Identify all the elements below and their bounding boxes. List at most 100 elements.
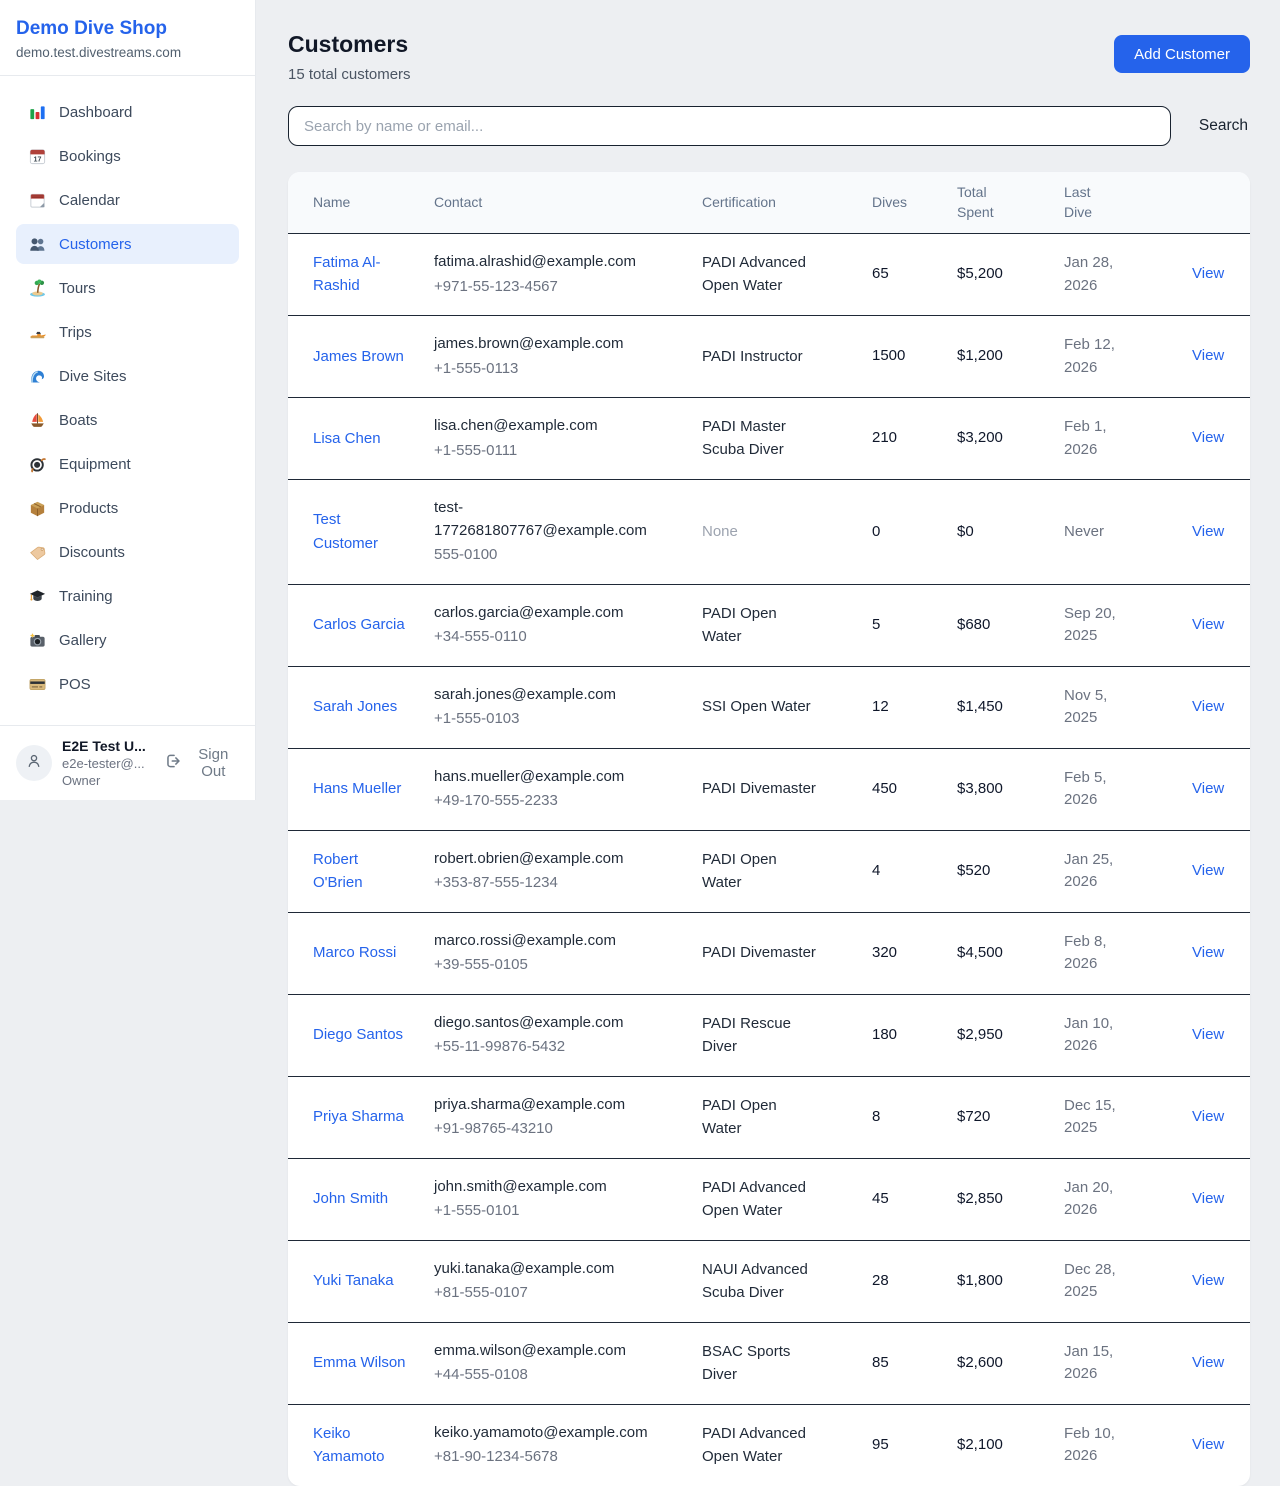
customer-name-link[interactable]: Hans Mueller bbox=[313, 777, 401, 800]
customer-dives: 1500 bbox=[872, 345, 957, 368]
shop-title[interactable]: Demo Dive Shop bbox=[16, 18, 239, 40]
customer-name-link[interactable]: James Brown bbox=[313, 345, 404, 368]
sidebar-item-products[interactable]: Products bbox=[16, 488, 239, 528]
sidebar-item-tours[interactable]: Tours bbox=[16, 268, 239, 308]
table-row: Diego Santos diego.santos@example.com +5… bbox=[288, 995, 1250, 1077]
customer-email: keiko.yamamoto@example.com bbox=[434, 1422, 646, 1445]
table-row: John Smith john.smith@example.com +1-555… bbox=[288, 1159, 1250, 1241]
customer-dives: 28 bbox=[872, 1270, 957, 1293]
customer-last-dive: Jan 25, 2026 bbox=[1064, 849, 1133, 894]
customer-total-spent: $4,500 bbox=[957, 942, 1064, 965]
customer-contact: test-1772681807767@example.com 555-0100 bbox=[434, 497, 702, 567]
customer-name-link[interactable]: Lisa Chen bbox=[313, 427, 381, 450]
svg-text:17: 17 bbox=[34, 155, 42, 163]
column-header-contact: Contact bbox=[434, 183, 702, 223]
customer-contact: marco.rossi@example.com +39-555-0105 bbox=[434, 930, 702, 977]
search-input[interactable] bbox=[288, 106, 1171, 146]
sidebar-item-boats[interactable]: Boats bbox=[16, 400, 239, 440]
calendar-icon bbox=[28, 191, 47, 210]
customer-last-dive: Feb 8, 2026 bbox=[1064, 931, 1133, 976]
customer-phone: +81-555-0107 bbox=[434, 1282, 684, 1305]
sidebar-item-customers[interactable]: Customers bbox=[16, 224, 239, 264]
sidebar-item-bookings[interactable]: 17 Bookings bbox=[16, 136, 239, 176]
customer-name-link[interactable]: Keiko Yamamoto bbox=[313, 1422, 409, 1469]
customer-email: marco.rossi@example.com bbox=[434, 930, 646, 953]
user-name: E2E Test U... bbox=[62, 738, 154, 754]
page-header: Customers 15 total customers Add Custome… bbox=[288, 31, 1250, 83]
customer-email: james.brown@example.com bbox=[434, 333, 646, 356]
sidebar-item-calendar[interactable]: Calendar bbox=[16, 180, 239, 220]
customer-name-link[interactable]: Emma Wilson bbox=[313, 1351, 406, 1374]
view-link[interactable]: View bbox=[1192, 862, 1224, 879]
sidebar-item-training[interactable]: Training bbox=[16, 576, 239, 616]
products-icon bbox=[28, 499, 47, 518]
view-link[interactable]: View bbox=[1192, 1272, 1224, 1289]
view-link[interactable]: View bbox=[1192, 780, 1224, 797]
sidebar-item-gallery[interactable]: Gallery bbox=[16, 620, 239, 660]
customer-contact: diego.santos@example.com +55-11-99876-54… bbox=[434, 1012, 702, 1059]
avatar bbox=[16, 745, 52, 781]
view-link[interactable]: View bbox=[1192, 944, 1224, 961]
customer-last-dive: Feb 10, 2026 bbox=[1064, 1423, 1133, 1468]
sidebar-item-equipment[interactable]: Equipment bbox=[16, 444, 239, 484]
customer-total-spent: $5,200 bbox=[957, 263, 1064, 286]
customer-phone: 555-0100 bbox=[434, 544, 684, 567]
customer-total-spent: $1,450 bbox=[957, 696, 1064, 719]
customer-dives: 65 bbox=[872, 263, 957, 286]
user-icon bbox=[24, 751, 44, 776]
sign-out-button[interactable]: Sign Out bbox=[164, 746, 239, 780]
table-row: Yuki Tanaka yuki.tanaka@example.com +81-… bbox=[288, 1241, 1250, 1323]
customer-contact: james.brown@example.com +1-555-0113 bbox=[434, 333, 702, 380]
customer-name-link[interactable]: Robert O'Brien bbox=[313, 848, 409, 895]
customer-contact: lisa.chen@example.com +1-555-0111 bbox=[434, 415, 702, 462]
customer-certification: PADI Advanced Open Water bbox=[702, 1176, 818, 1223]
view-link[interactable]: View bbox=[1192, 523, 1224, 540]
sidebar-item-dive-sites[interactable]: Dive Sites bbox=[16, 356, 239, 396]
customer-name-link[interactable]: Test Customer bbox=[313, 508, 409, 555]
view-link[interactable]: View bbox=[1192, 1354, 1224, 1371]
column-header-total-spent: Total Spent bbox=[957, 173, 1064, 232]
search-button[interactable]: Search bbox=[1197, 117, 1250, 135]
customer-certification: None bbox=[702, 520, 738, 543]
customer-email: robert.obrien@example.com bbox=[434, 848, 646, 871]
customer-contact: fatima.alrashid@example.com +971-55-123-… bbox=[434, 251, 702, 298]
customer-email: lisa.chen@example.com bbox=[434, 415, 646, 438]
customer-name-link[interactable]: Fatima Al-Rashid bbox=[313, 251, 409, 298]
boats-icon bbox=[28, 411, 47, 430]
view-link[interactable]: View bbox=[1192, 347, 1224, 364]
customer-email: hans.mueller@example.com bbox=[434, 766, 646, 789]
view-link[interactable]: View bbox=[1192, 698, 1224, 715]
customer-total-spent: $1,800 bbox=[957, 1270, 1064, 1293]
sidebar-item-pos[interactable]: POS bbox=[16, 664, 239, 704]
view-link[interactable]: View bbox=[1192, 1436, 1224, 1453]
customer-name-link[interactable]: Priya Sharma bbox=[313, 1105, 404, 1128]
view-link[interactable]: View bbox=[1192, 1108, 1224, 1125]
view-link[interactable]: View bbox=[1192, 616, 1224, 633]
customer-dives: 5 bbox=[872, 614, 957, 637]
sidebar-item-discounts[interactable]: Discounts bbox=[16, 532, 239, 572]
view-link[interactable]: View bbox=[1192, 1026, 1224, 1043]
customer-email: diego.santos@example.com bbox=[434, 1012, 646, 1035]
customer-name-link[interactable]: Marco Rossi bbox=[313, 941, 396, 964]
customer-certification: PADI Divemaster bbox=[702, 941, 816, 964]
customer-name-link[interactable]: Sarah Jones bbox=[313, 695, 397, 718]
table-row: Marco Rossi marco.rossi@example.com +39-… bbox=[288, 913, 1250, 995]
customer-name-link[interactable]: Carlos Garcia bbox=[313, 613, 405, 636]
sidebar-item-trips[interactable]: Trips bbox=[16, 312, 239, 352]
sidebar-item-dashboard[interactable]: Dashboard bbox=[16, 92, 239, 132]
view-link[interactable]: View bbox=[1192, 1190, 1224, 1207]
view-link[interactable]: View bbox=[1192, 429, 1224, 446]
sidebar: Demo Dive Shop demo.test.divestreams.com… bbox=[0, 0, 256, 800]
customer-email: fatima.alrashid@example.com bbox=[434, 251, 646, 274]
customer-certification: PADI Advanced Open Water bbox=[702, 251, 818, 298]
table-row: Sarah Jones sarah.jones@example.com +1-5… bbox=[288, 667, 1250, 749]
customer-name-link[interactable]: John Smith bbox=[313, 1187, 388, 1210]
customer-name-link[interactable]: Yuki Tanaka bbox=[313, 1269, 394, 1292]
customer-email: emma.wilson@example.com bbox=[434, 1340, 646, 1363]
customer-count: 15 total customers bbox=[288, 66, 411, 83]
add-customer-button[interactable]: Add Customer bbox=[1114, 35, 1250, 73]
view-link[interactable]: View bbox=[1192, 265, 1224, 282]
bookings-icon: 17 bbox=[28, 147, 47, 166]
customer-name-link[interactable]: Diego Santos bbox=[313, 1023, 403, 1046]
customer-contact: sarah.jones@example.com +1-555-0103 bbox=[434, 684, 702, 731]
